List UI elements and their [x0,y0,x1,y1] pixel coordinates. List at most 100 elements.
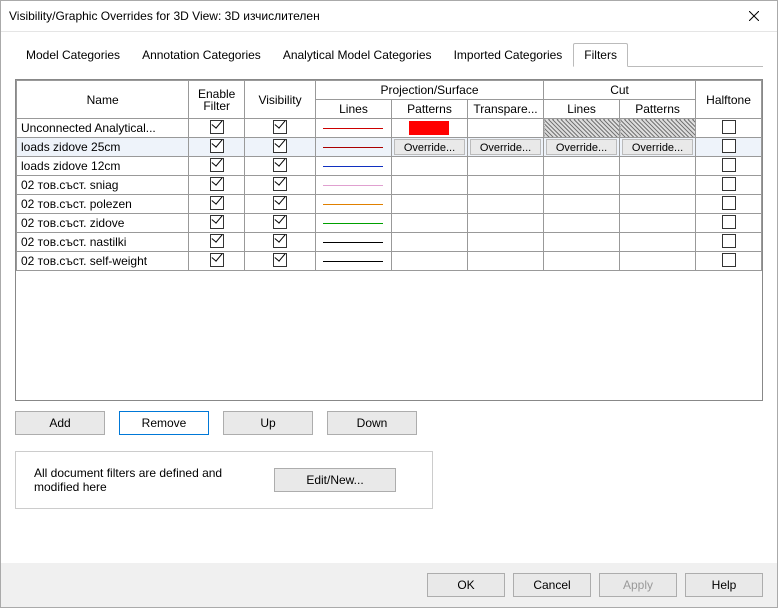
cell-name[interactable]: 02 тов.съст. sniag [17,176,189,195]
checkbox-icon[interactable] [210,120,224,134]
checkbox-icon[interactable] [210,253,224,267]
cell-proj-patterns[interactable] [391,195,467,214]
cell-enable[interactable] [189,157,245,176]
cell-visibility[interactable] [245,195,316,214]
table-row[interactable]: 02 тов.съст. nastilki [17,233,762,252]
checkbox-icon[interactable] [210,158,224,172]
cell-visibility[interactable] [245,138,316,157]
cell-visibility[interactable] [245,233,316,252]
cell-proj-lines[interactable] [315,233,391,252]
cell-visibility[interactable] [245,157,316,176]
cell-halftone[interactable] [696,233,762,252]
apply-button[interactable]: Apply [599,573,677,597]
checkbox-icon[interactable] [210,139,224,153]
override-button[interactable]: Override... [622,139,693,155]
cell-cut-patterns[interactable] [620,214,696,233]
cell-halftone[interactable] [696,176,762,195]
ok-button[interactable]: OK [427,573,505,597]
table-row[interactable]: loads zidove 12cm [17,157,762,176]
cell-enable[interactable] [189,195,245,214]
cell-enable[interactable] [189,233,245,252]
cell-cut-patterns[interactable] [620,176,696,195]
cell-halftone[interactable] [696,138,762,157]
cell-proj-transp[interactable]: Override... [468,138,544,157]
cell-proj-patterns[interactable] [391,252,467,271]
table-row[interactable]: 02 тов.съст. self-weight [17,252,762,271]
cell-proj-transp[interactable] [468,176,544,195]
col-proj-transparency[interactable]: Transpare... [468,100,544,119]
cell-halftone[interactable] [696,119,762,138]
col-proj-patterns[interactable]: Patterns [391,100,467,119]
cell-proj-transp[interactable] [468,157,544,176]
cell-proj-patterns[interactable] [391,233,467,252]
cell-proj-transp[interactable] [468,252,544,271]
tab-analytical-model-categories[interactable]: Analytical Model Categories [272,43,443,67]
cell-proj-lines[interactable] [315,252,391,271]
up-button[interactable]: Up [223,411,313,435]
checkbox-icon[interactable] [273,139,287,153]
cell-cut-lines[interactable] [544,157,620,176]
cancel-button[interactable]: Cancel [513,573,591,597]
checkbox-icon[interactable] [273,253,287,267]
cell-enable[interactable] [189,138,245,157]
checkbox-icon[interactable] [273,120,287,134]
cell-enable[interactable] [189,252,245,271]
tab-filters[interactable]: Filters [573,43,628,67]
cell-enable[interactable] [189,119,245,138]
cell-cut-patterns[interactable] [620,195,696,214]
checkbox-icon[interactable] [722,158,736,172]
tab-annotation-categories[interactable]: Annotation Categories [131,43,272,67]
cell-name[interactable]: 02 тов.съст. zidove [17,214,189,233]
help-button[interactable]: Help [685,573,763,597]
checkbox-icon[interactable] [273,158,287,172]
col-name[interactable]: Name [17,81,189,119]
cell-cut-lines[interactable] [544,176,620,195]
cell-cut-lines[interactable] [544,195,620,214]
add-button[interactable]: Add [15,411,105,435]
checkbox-icon[interactable] [722,177,736,191]
cell-halftone[interactable] [696,214,762,233]
cell-halftone[interactable] [696,252,762,271]
checkbox-icon[interactable] [273,234,287,248]
checkbox-icon[interactable] [210,196,224,210]
cell-proj-lines[interactable] [315,157,391,176]
table-row[interactable]: 02 тов.съст. sniag [17,176,762,195]
cell-name[interactable]: loads zidove 25cm [17,138,189,157]
checkbox-icon[interactable] [273,215,287,229]
close-button[interactable] [731,1,777,31]
checkbox-icon[interactable] [722,120,736,134]
col-enable-filter[interactable]: Enable Filter [189,81,245,119]
override-button[interactable]: Override... [470,139,541,155]
cell-cut-lines[interactable] [544,214,620,233]
cell-proj-transp[interactable] [468,195,544,214]
cell-cut-patterns[interactable] [620,233,696,252]
down-button[interactable]: Down [327,411,417,435]
col-halftone[interactable]: Halftone [696,81,762,119]
table-row[interactable]: 02 тов.съст. zidove [17,214,762,233]
edit-new-button[interactable]: Edit/New... [274,468,396,492]
tab-model-categories[interactable]: Model Categories [15,43,131,67]
override-button[interactable]: Override... [394,139,465,155]
checkbox-icon[interactable] [273,196,287,210]
cell-proj-patterns[interactable] [391,119,467,138]
cell-name[interactable]: 02 тов.съст. polezen [17,195,189,214]
cell-proj-lines[interactable] [315,195,391,214]
checkbox-icon[interactable] [722,234,736,248]
cell-cut-patterns[interactable] [620,252,696,271]
cell-enable[interactable] [189,176,245,195]
cell-proj-patterns[interactable] [391,214,467,233]
cell-visibility[interactable] [245,176,316,195]
checkbox-icon[interactable] [273,177,287,191]
cell-cut-patterns[interactable] [620,119,696,138]
cell-proj-patterns[interactable] [391,157,467,176]
checkbox-icon[interactable] [722,139,736,153]
filters-grid[interactable]: Name Enable Filter Visibility Projection… [15,79,763,401]
override-button[interactable]: Override... [546,139,617,155]
cell-proj-lines[interactable] [315,176,391,195]
cell-name[interactable]: 02 тов.съст. self-weight [17,252,189,271]
col-proj-lines[interactable]: Lines [315,100,391,119]
checkbox-icon[interactable] [722,196,736,210]
checkbox-icon[interactable] [210,234,224,248]
col-cut[interactable]: Cut [544,81,696,100]
table-row[interactable]: loads zidove 25cm Override... Override... O… [17,138,762,157]
